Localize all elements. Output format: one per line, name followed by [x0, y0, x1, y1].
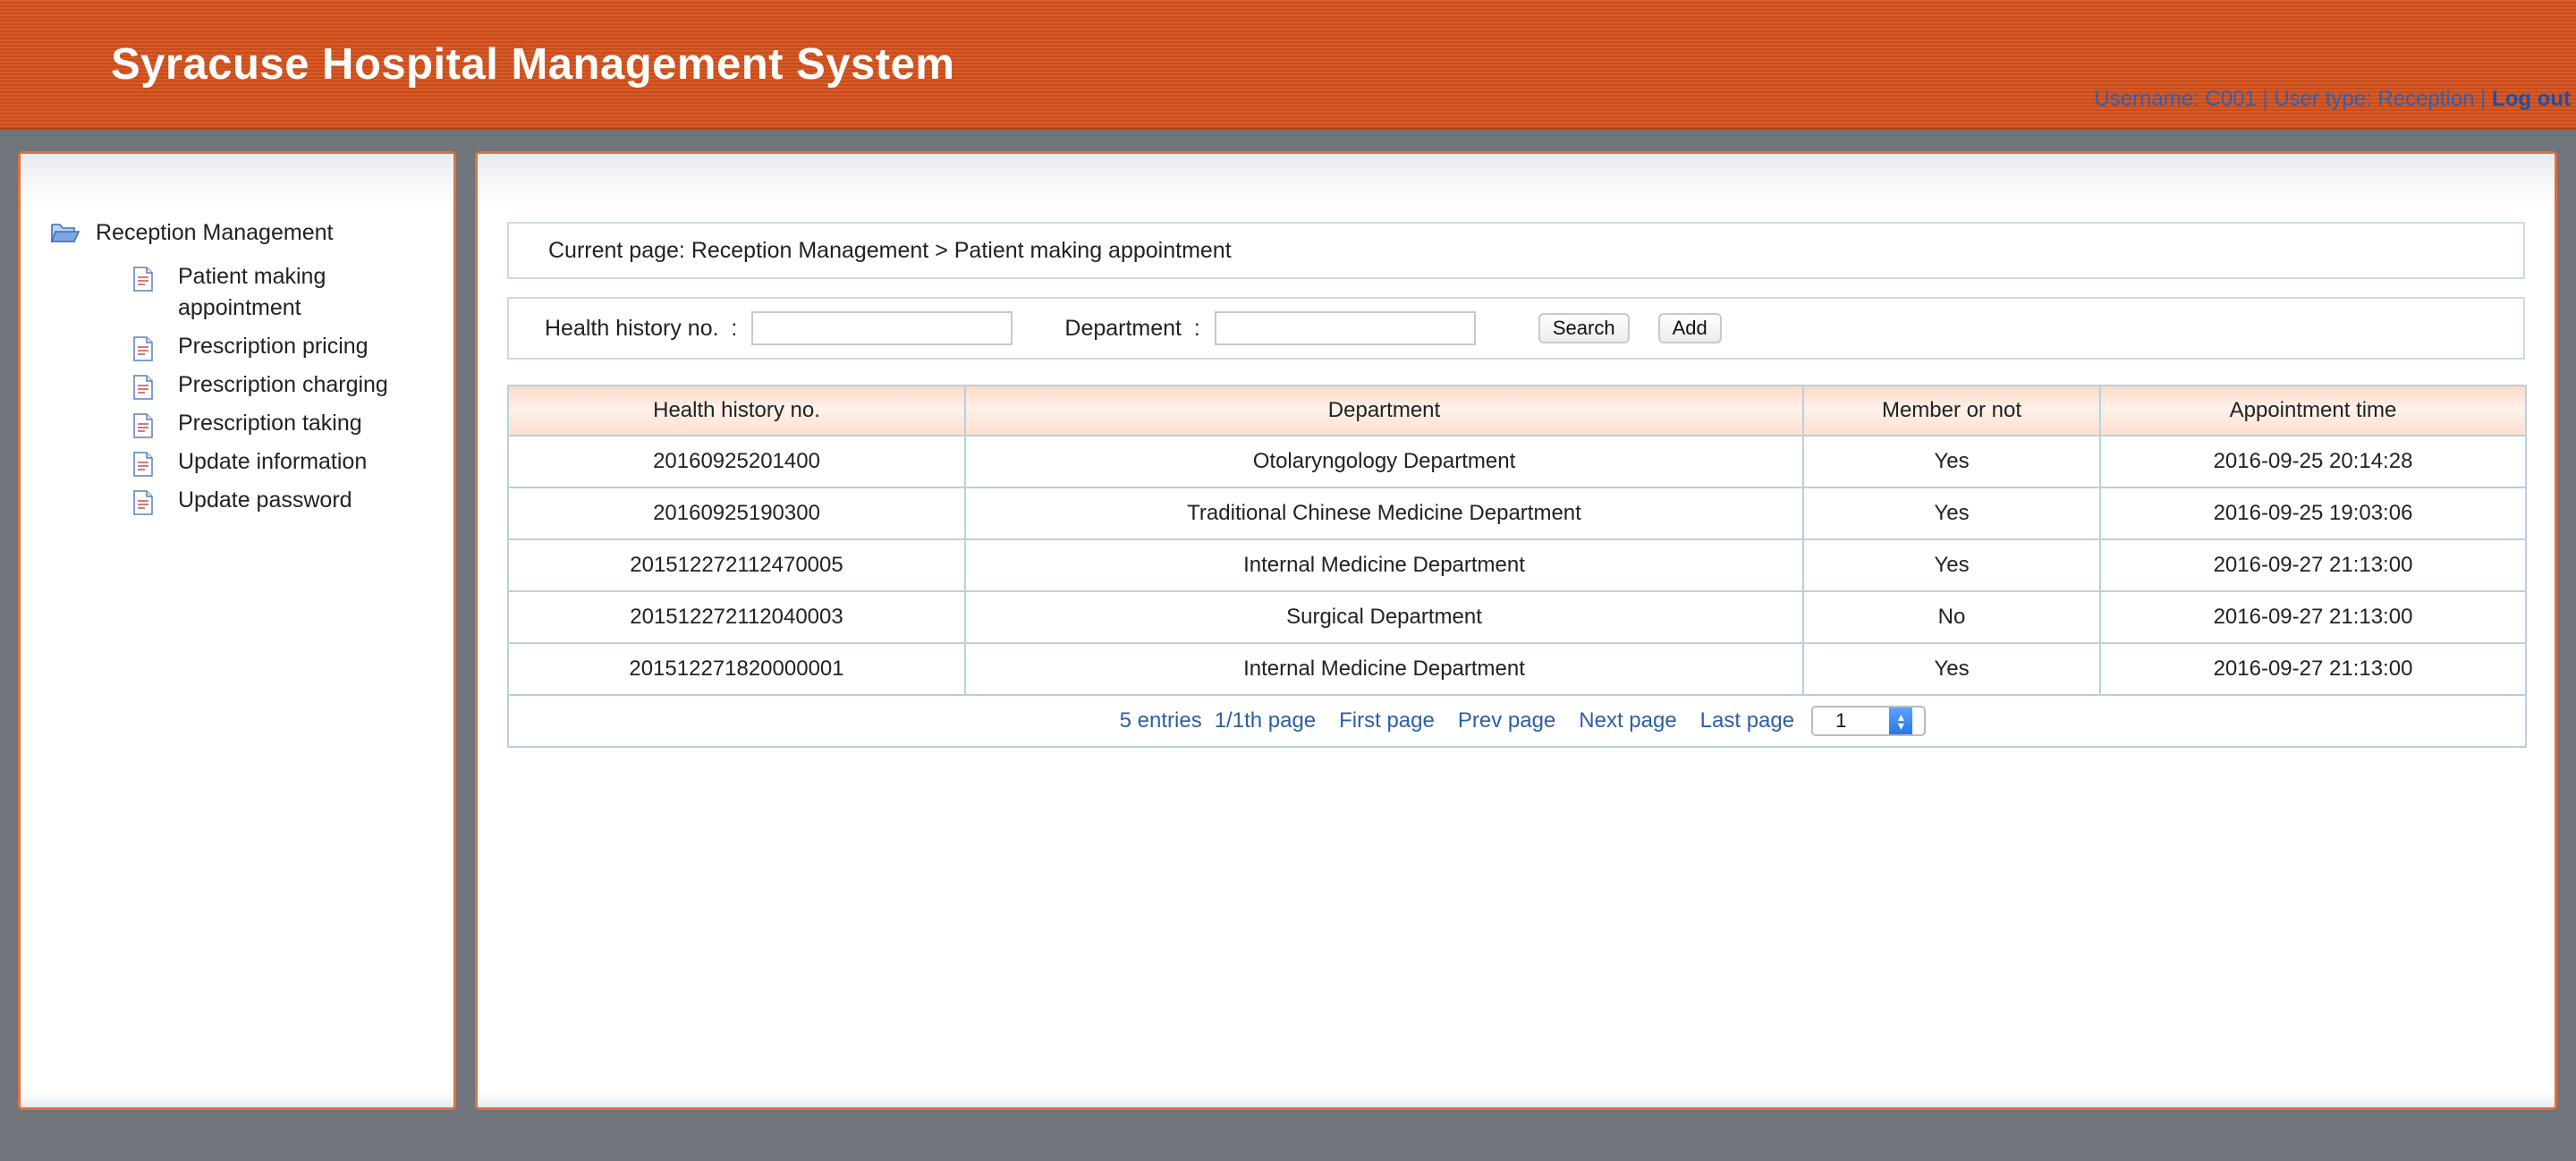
pager: 5 entries 1/1th page First page Prev pag…: [1108, 706, 1927, 736]
sidebar-item-update-password[interactable]: Update password: [133, 481, 445, 520]
cell-member: Yes: [1802, 435, 2101, 488]
tree-items: Patient making appointment Prescription …: [133, 258, 445, 520]
sidebar-item-label: Update password: [178, 487, 352, 513]
search-bar: Health history no. : Department : Search…: [507, 297, 2525, 360]
sidebar-item-prescription-charging[interactable]: Prescription charging: [133, 366, 445, 404]
table-row[interactable]: 201512272112040003 Surgical Department N…: [507, 590, 2527, 644]
cell-member: Yes: [1802, 538, 2101, 592]
app-header: Syracuse Hospital Management System User…: [0, 0, 2576, 130]
select-arrows-icon: ▴ ▾: [1889, 708, 1913, 734]
pager-entries-text: 5 entries: [1119, 708, 1202, 733]
cell-department: Traditional Chinese Medicine Department: [964, 487, 1804, 540]
add-button[interactable]: Add: [1657, 313, 1722, 343]
folder-open-icon: [50, 222, 80, 243]
cell-department: Internal Medicine Department: [964, 642, 1804, 696]
sidebar-item-prescription-pricing[interactable]: Prescription pricing: [133, 327, 445, 366]
last-page-link[interactable]: Last page: [1700, 708, 1794, 733]
health-history-input[interactable]: [751, 311, 1013, 345]
document-icon: [133, 413, 153, 438]
sidebar-item-label: Prescription taking: [178, 411, 362, 436]
document-icon: [133, 267, 153, 292]
column-header-health-history: Health history no.: [507, 385, 966, 436]
column-header-appointment-time: Appointment time: [2099, 385, 2527, 436]
cell-health-history: 20160925190300: [507, 487, 966, 540]
table-row[interactable]: 201512272112470005 Internal Medicine Dep…: [507, 538, 2527, 592]
cell-appointment-time: 2016-09-25 19:03:06: [2099, 487, 2527, 540]
tree-root-reception-management[interactable]: Reception Management: [50, 211, 445, 254]
column-header-member: Member or not: [1802, 385, 2101, 436]
cell-appointment-time: 2016-09-27 21:13:00: [2099, 538, 2527, 592]
user-info-bar: Username: C001 | User type: Reception | …: [2094, 87, 2571, 112]
pager-cell: 5 entries 1/1th page First page Prev pag…: [507, 694, 2527, 748]
department-input[interactable]: [1214, 311, 1476, 345]
cell-appointment-time: 2016-09-25 20:14:28: [2099, 435, 2527, 488]
cell-member: Yes: [1802, 642, 2101, 696]
sidebar-panel: Reception Management Patient making appo…: [18, 151, 456, 1110]
appointments-table: Health history no. Department Member or …: [507, 385, 2527, 748]
sidebar-item-patient-making-appointment[interactable]: Patient making appointment: [133, 258, 445, 327]
cell-member: No: [1802, 590, 2101, 644]
cell-appointment-time: 2016-09-27 21:13:00: [2099, 642, 2527, 696]
table-header-row: Health history no. Department Member or …: [507, 385, 2527, 436]
pager-row: 5 entries 1/1th page First page Prev pag…: [507, 694, 2527, 748]
cell-department: Internal Medicine Department: [964, 538, 1804, 592]
cell-department: Surgical Department: [964, 590, 1804, 644]
sidebar-item-label: Patient making appointment: [178, 264, 326, 320]
department-label: Department :: [1064, 315, 1200, 341]
user-info-text: Username: C001 | User type: Reception |: [2094, 87, 2493, 111]
table-row[interactable]: 20160925201400 Otolaryngology Department…: [507, 435, 2527, 488]
logout-link[interactable]: Log out: [2492, 87, 2571, 111]
sidebar-item-prescription-taking[interactable]: Prescription taking: [133, 404, 445, 443]
sidebar-item-label: Update information: [178, 449, 368, 474]
cell-member: Yes: [1802, 487, 2101, 540]
cell-health-history: 20160925201400: [507, 435, 966, 488]
next-page-link[interactable]: Next page: [1579, 708, 1676, 733]
cell-department: Otolaryngology Department: [964, 435, 1804, 488]
first-page-link[interactable]: First page: [1339, 708, 1435, 733]
document-icon: [133, 375, 153, 400]
nav-tree: Reception Management Patient making appo…: [50, 211, 445, 520]
main-panel: Current page: Reception Management > Pat…: [475, 151, 2557, 1110]
document-icon: [133, 336, 153, 361]
document-icon: [133, 452, 153, 477]
tree-root-label: Reception Management: [96, 219, 334, 245]
document-icon: [133, 490, 153, 515]
cell-appointment-time: 2016-09-27 21:13:00: [2099, 590, 2527, 644]
prev-page-link[interactable]: Prev page: [1458, 708, 1555, 733]
breadcrumb-text: Current page: Reception Management > Pat…: [548, 237, 1232, 263]
cell-health-history: 201512272112470005: [507, 538, 966, 592]
search-button[interactable]: Search: [1538, 313, 1630, 343]
breadcrumb: Current page: Reception Management > Pat…: [507, 222, 2525, 279]
page-select[interactable]: 1 ▴ ▾: [1811, 706, 1927, 736]
sidebar-item-update-information[interactable]: Update information: [133, 443, 445, 481]
sidebar-item-label: Prescription charging: [178, 372, 388, 397]
table-row[interactable]: 20160925190300 Traditional Chinese Medic…: [507, 487, 2527, 540]
page-select-value: 1: [1835, 709, 1847, 732]
table-row[interactable]: 201512271820000001 Internal Medicine Dep…: [507, 642, 2527, 696]
column-header-department: Department: [964, 385, 1804, 436]
sidebar-item-label: Prescription pricing: [178, 334, 369, 359]
pager-page-info: 1/1th page: [1214, 708, 1317, 733]
cell-health-history: 201512272112040003: [507, 590, 966, 644]
app-title: Syracuse Hospital Management System: [111, 40, 955, 89]
cell-health-history: 201512271820000001: [507, 642, 966, 696]
health-history-label: Health history no. :: [545, 315, 738, 341]
pager-entries: 5 entries: [1120, 708, 1202, 733]
